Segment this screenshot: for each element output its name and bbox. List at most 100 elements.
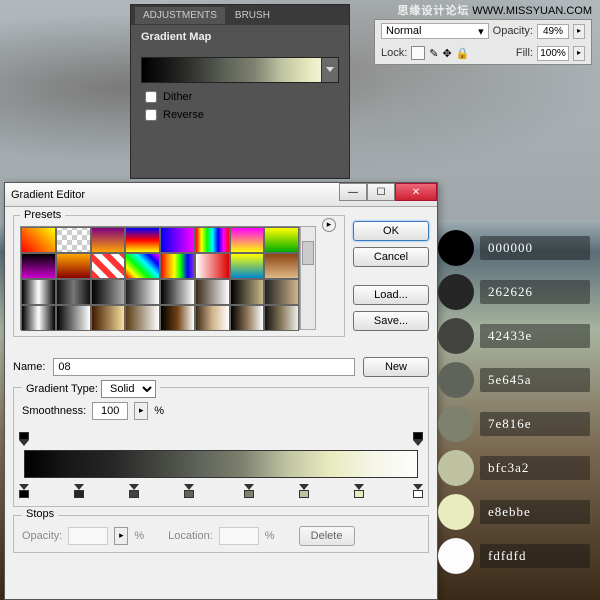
stop-opacity-input [68,527,108,545]
opacity-stop[interactable] [413,432,423,444]
stops-label: Stops [22,508,58,520]
swatch-row: fdfdfd [438,538,590,574]
presets-fieldset: Presets ▸ [13,215,345,337]
swatch-hex: 262626 [480,280,590,304]
swatch-circle [438,406,474,442]
preset-swatch[interactable] [230,279,265,305]
gradient-editor-window: Gradient Editor — ☐ ✕ Presets ▸ OK Cance… [4,182,438,600]
tab-adjustments[interactable]: ADJUSTMENTS [135,7,225,24]
lock-brush-icon[interactable]: ✎ [429,47,438,60]
color-stop[interactable] [244,484,254,496]
preset-swatch[interactable] [125,253,160,279]
save-button[interactable]: Save... [353,311,429,331]
preset-swatch[interactable] [56,305,91,331]
dropdown-icon[interactable] [326,67,334,72]
maximize-button[interactable]: ☐ [367,183,395,201]
window-titlebar[interactable]: Gradient Editor — ☐ ✕ [5,183,437,207]
preset-swatch[interactable] [21,227,56,253]
swatch-circle [438,494,474,530]
swatch-row: 7e816e [438,406,590,442]
preset-swatch[interactable] [230,253,265,279]
color-stop[interactable] [74,484,84,496]
blend-mode-select[interactable]: Normal▾ [381,23,489,39]
minimize-button[interactable]: — [339,183,367,201]
gradient-type-select[interactable]: Solid [101,380,156,398]
preset-swatch[interactable] [195,305,230,331]
smoothness-stepper[interactable]: ▸ [134,402,148,420]
preset-swatch[interactable] [56,279,91,305]
preset-swatch[interactable] [230,227,265,253]
color-stop[interactable] [184,484,194,496]
stop-location-label: Location: [168,530,213,542]
preset-swatch[interactable] [195,253,230,279]
preset-swatch[interactable] [264,305,299,331]
swatch-row: 262626 [438,274,590,310]
close-button[interactable]: ✕ [395,183,437,201]
fill-label: Fill: [516,47,533,59]
dither-checkbox[interactable]: Dither [145,91,335,103]
fill-value[interactable]: 100% [537,46,569,61]
swatch-hex: fdfdfd [480,544,590,568]
opacity-flyout[interactable]: ▸ [573,24,585,39]
gradient-bar[interactable] [24,450,418,478]
preset-swatch[interactable] [195,279,230,305]
preset-swatch[interactable] [21,305,56,331]
gradient-type-fieldset: Gradient Type: Solid Smoothness: ▸ % [13,387,429,507]
presets-scrollbar[interactable] [300,226,316,330]
preset-swatch[interactable] [160,279,195,305]
color-stop[interactable] [299,484,309,496]
preset-swatch[interactable] [264,253,299,279]
presets-label: Presets [20,209,65,221]
color-stop[interactable] [354,484,364,496]
preset-swatch[interactable] [21,279,56,305]
new-button[interactable]: New [363,357,429,377]
swatch-hex: bfc3a2 [480,456,590,480]
swatch-hex: 7e816e [480,412,590,436]
presets-menu-icon[interactable]: ▸ [322,218,336,232]
preset-swatch[interactable] [91,305,126,331]
swatch-circle [438,538,474,574]
gradient-type-label: Gradient Type: [26,383,98,395]
preset-swatch[interactable] [195,227,230,253]
preset-swatch[interactable] [264,279,299,305]
preset-swatch[interactable] [56,227,91,253]
swatch-hex: e8ebbe [480,500,590,524]
fill-flyout[interactable]: ▸ [573,46,585,61]
name-input[interactable] [53,358,355,376]
preset-swatch[interactable] [56,253,91,279]
preset-swatch[interactable] [160,253,195,279]
preset-swatch[interactable] [160,305,195,331]
ok-button[interactable]: OK [353,221,429,241]
gradient-preview[interactable] [141,57,339,83]
opacity-stop[interactable] [19,432,29,444]
preset-swatch[interactable] [160,227,195,253]
lock-all-icon[interactable]: 🔒 [456,47,470,60]
percent-label: % [154,405,164,417]
preset-swatch[interactable] [264,227,299,253]
color-stop[interactable] [129,484,139,496]
reverse-checkbox[interactable]: Reverse [145,109,335,121]
preset-swatch[interactable] [230,305,265,331]
preset-swatch[interactable] [91,279,126,305]
lock-move-icon[interactable]: ✥ [443,47,452,60]
smoothness-label: Smoothness: [22,405,86,417]
preset-swatch[interactable] [125,305,160,331]
lock-transparency-icon[interactable] [411,46,425,60]
preset-swatch[interactable] [125,279,160,305]
color-stop[interactable] [19,484,29,496]
adjustment-title: Gradient Map [131,25,349,49]
cancel-button[interactable]: Cancel [353,247,429,267]
opacity-label: Opacity: [493,25,533,37]
swatch-row: 000000 [438,230,590,266]
smoothness-input[interactable] [92,402,128,420]
preset-swatch[interactable] [125,227,160,253]
preset-swatch[interactable] [21,253,56,279]
preset-swatch[interactable] [91,253,126,279]
preset-swatch[interactable] [91,227,126,253]
load-button[interactable]: Load... [353,285,429,305]
opacity-value[interactable]: 49% [537,24,569,39]
tab-brush[interactable]: BRUSH [227,7,278,24]
color-stop[interactable] [413,484,423,496]
swatch-hex: 5e645a [480,368,590,392]
stop-opacity-label: Opacity: [22,530,62,542]
